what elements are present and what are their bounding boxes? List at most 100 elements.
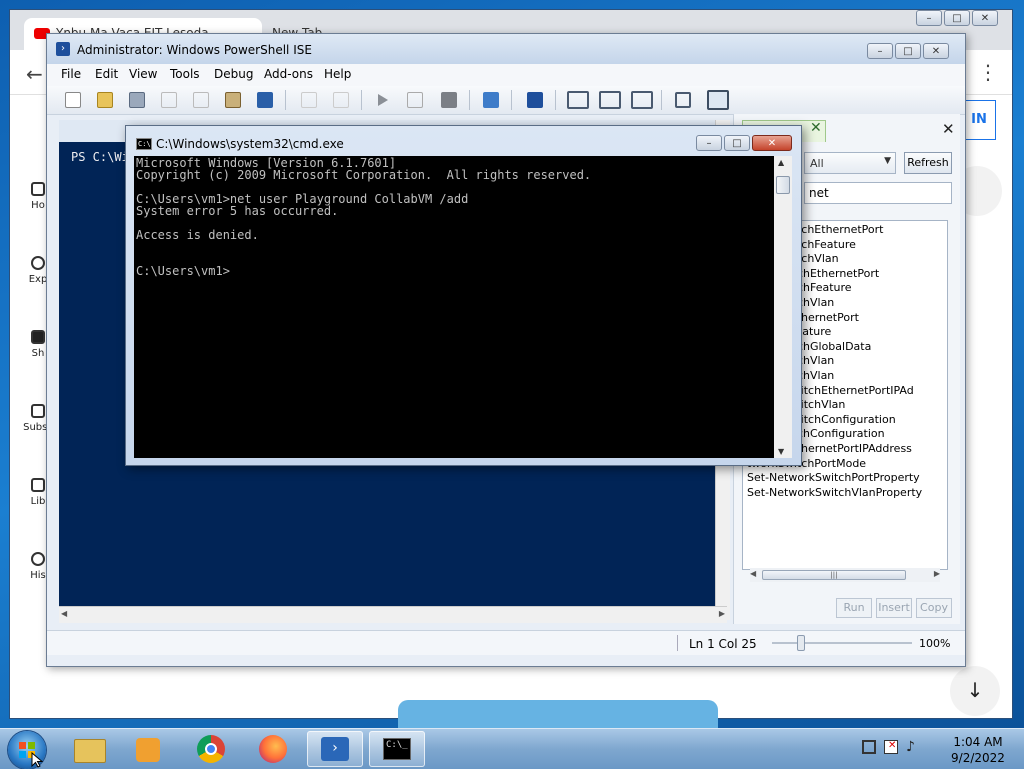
ise-toolbar [47, 86, 965, 115]
zoom-slider-track[interactable] [772, 642, 912, 644]
cmd-title[interactable]: C:\Windows\system32\cmd.exe [156, 137, 344, 151]
zoom-slider-thumb[interactable] [797, 635, 805, 651]
taskbar-cmd[interactable]: C:\_ [369, 731, 425, 767]
taskbar-powershell-ise[interactable]: › [307, 731, 363, 767]
scrollbar-thumb[interactable]: ||| [762, 570, 906, 580]
taskbar-chrome[interactable] [184, 731, 240, 767]
name-filter-input[interactable]: net [804, 182, 952, 204]
kebab-menu-icon[interactable]: ⋮ [978, 60, 998, 84]
menu-tools[interactable]: Tools [170, 67, 200, 81]
toolbar-separator [511, 90, 512, 110]
menu-file[interactable]: File [61, 67, 81, 81]
back-arrow-icon[interactable]: ← [26, 62, 43, 86]
scrollbar-thumb[interactable] [776, 176, 790, 194]
close-button[interactable]: ✕ [923, 43, 949, 59]
new-file-icon[interactable] [65, 92, 81, 108]
console-horizontal-scrollbar[interactable]: ◀ ▶ [59, 606, 727, 623]
clock-date: 9/2/2022 [951, 751, 1005, 765]
layout-right-icon[interactable] [599, 91, 621, 109]
folder-icon [74, 739, 106, 763]
powershell-icon: › [321, 737, 349, 761]
run-script-icon[interactable] [375, 92, 391, 108]
sidebar-item-label: His [30, 570, 46, 581]
action-center-icon[interactable]: ✕ [884, 739, 898, 754]
undo-icon[interactable] [301, 92, 317, 108]
copy-button[interactable]: Copy [916, 598, 952, 618]
close-button[interactable]: ✕ [972, 10, 998, 26]
scroll-up-icon[interactable]: ▲ [778, 158, 784, 167]
copy-icon[interactable] [193, 92, 209, 108]
ise-titlebar[interactable]: › Administrator: Windows PowerShell ISE … [47, 34, 965, 64]
scroll-left-icon[interactable]: ◀ [61, 609, 67, 618]
show-commands-icon[interactable] [707, 90, 729, 110]
minimize-button[interactable]: – [696, 135, 722, 151]
taskbar-explorer[interactable] [62, 731, 118, 767]
scroll-right-icon[interactable]: ▶ [719, 609, 725, 618]
cmd-icon: C:\_ [383, 738, 411, 760]
scroll-down-icon[interactable]: ▼ [778, 447, 784, 456]
close-tab-icon[interactable]: ✕ [810, 120, 822, 136]
taskbar-firefox[interactable] [246, 731, 302, 767]
toolbar-separator [285, 90, 286, 110]
insert-button[interactable]: Insert [876, 598, 912, 618]
stop-icon[interactable] [441, 92, 457, 108]
menu-debug[interactable]: Debug [214, 67, 253, 81]
cmd-window: C:\ C:\Windows\system32\cmd.exe – □ ✕ Micr… [125, 125, 802, 466]
cmd-console[interactable]: Microsoft Windows [Version 6.1.7601] Copy… [134, 156, 774, 458]
library-icon [31, 478, 45, 492]
network-icon[interactable] [862, 739, 876, 754]
minimize-button[interactable]: – [867, 43, 893, 59]
paste-icon[interactable] [225, 92, 241, 108]
maximize-button[interactable]: □ [724, 135, 750, 151]
taskbar-media-player[interactable] [122, 731, 178, 767]
cmd-output-line: C:\Users\vm1> [136, 264, 230, 278]
cmd-output-line: Copyright (c) 2009 Microsoft Corporation… [136, 168, 592, 182]
close-panel-icon[interactable]: ✕ [942, 120, 955, 138]
show-script-pane-icon[interactable] [675, 92, 691, 108]
cmd-output-line: System error 5 has occurred. [136, 204, 339, 218]
run-button[interactable]: Run [836, 598, 872, 618]
menu-edit[interactable]: Edit [95, 67, 118, 81]
command-list-item[interactable]: Set-NetworkSwitchVlanProperty [747, 486, 922, 499]
firefox-icon [259, 735, 287, 763]
save-icon[interactable] [129, 92, 145, 108]
sidebar-item-label: Ho [31, 200, 45, 211]
cmd-window-controls: – □ ✕ [694, 135, 794, 151]
cmd-vertical-scrollbar[interactable]: ▲ ▼ [774, 156, 792, 458]
shorts-icon [31, 330, 45, 344]
module-select[interactable]: All ▼ [804, 152, 896, 174]
run-selection-icon[interactable] [407, 92, 423, 108]
maximize-button[interactable]: □ [944, 10, 970, 26]
redo-icon[interactable] [333, 92, 349, 108]
toolbar-separator [469, 90, 470, 110]
sign-in-button[interactable]: IN [962, 100, 996, 140]
cmd-icon: C:\ [136, 138, 152, 150]
commands-list-horizontal-scrollbar[interactable]: ◀ ||| ▶ [750, 568, 940, 582]
subscriptions-icon [31, 404, 45, 418]
menu-help[interactable]: Help [324, 67, 351, 81]
clear-console-icon[interactable] [257, 92, 273, 108]
cut-icon[interactable] [161, 92, 177, 108]
remote-powershell-icon[interactable] [483, 92, 499, 108]
maximize-button[interactable]: □ [895, 43, 921, 59]
layout-maximized-icon[interactable] [631, 91, 653, 109]
layout-top-icon[interactable] [567, 91, 589, 109]
open-folder-icon[interactable] [97, 92, 113, 108]
compass-icon [31, 256, 45, 270]
powershell-console-icon[interactable] [527, 92, 543, 108]
scroll-right-icon[interactable]: ▶ [934, 569, 940, 578]
volume-icon[interactable]: ♪ [906, 740, 920, 754]
scroll-left-icon[interactable]: ◀ [750, 569, 756, 578]
minimize-button[interactable]: – [916, 10, 942, 26]
refresh-button[interactable]: Refresh [904, 152, 952, 174]
console-prompt: PS C:\Wi [71, 150, 129, 164]
menu-add-ons[interactable]: Add-ons [264, 67, 313, 81]
close-button[interactable]: ✕ [752, 135, 792, 151]
cmd-output-line: Access is denied. [136, 228, 259, 242]
command-list-item[interactable]: Set-NetworkSwitchPortProperty [747, 471, 920, 484]
ise-status-bar: Ln 1 Col 25 100% [47, 630, 965, 655]
status-separator [677, 635, 678, 651]
menu-view[interactable]: View [129, 67, 157, 81]
clock[interactable]: 1:04 AM 9/2/2022 [944, 734, 1012, 766]
scroll-down-button[interactable]: ↓ [950, 666, 1000, 716]
